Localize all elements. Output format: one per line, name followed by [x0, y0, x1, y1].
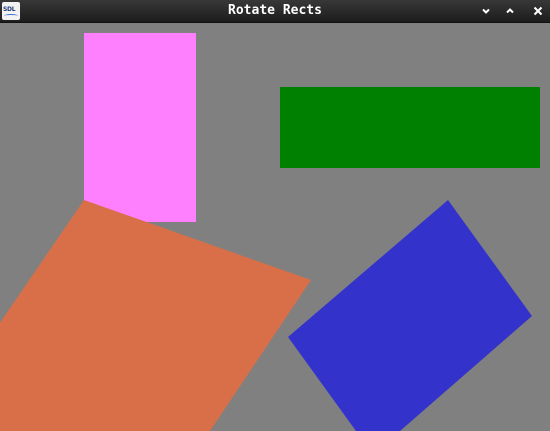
- orange-rect: [0, 200, 311, 431]
- scene-svg: [0, 33, 540, 431]
- blue-rect: [288, 200, 532, 431]
- app-window: SDL Rotate Rects: [0, 0, 550, 431]
- chevron-up-icon: [506, 8, 514, 14]
- green-rect: [280, 87, 540, 168]
- close-icon: [533, 6, 543, 16]
- title-bar[interactable]: SDL Rotate Rects: [0, 0, 550, 23]
- minimize-button[interactable]: [478, 3, 494, 19]
- render-canvas[interactable]: [0, 23, 550, 431]
- chevron-down-icon: [482, 8, 490, 14]
- close-button[interactable]: [530, 3, 546, 19]
- window-title: Rotate Rects: [228, 3, 322, 18]
- maximize-button[interactable]: [502, 3, 518, 19]
- pink-rect: [84, 33, 196, 222]
